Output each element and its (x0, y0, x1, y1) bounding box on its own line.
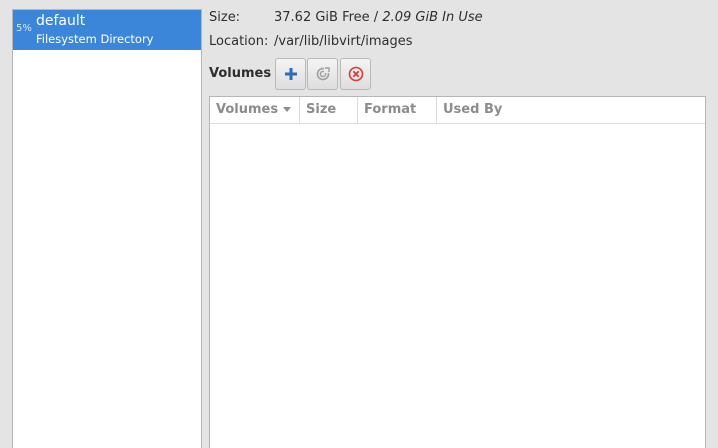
pool-name: default (36, 13, 86, 29)
column-header-label: Used By (443, 102, 503, 117)
size-free: 37.62 GiB Free (274, 10, 370, 25)
volumes-table-header: Volumes Size Format Used By (210, 97, 705, 124)
volumes-table[interactable]: Volumes Size Format Used By (209, 96, 706, 448)
delete-volume-button[interactable] (340, 58, 371, 90)
location-label: Location: (209, 34, 269, 49)
sort-descending-icon (283, 107, 292, 112)
column-header-label: Volumes (216, 102, 279, 117)
pool-item-default[interactable]: 5% default Filesystem Directory (13, 10, 201, 50)
pool-usage-percent: 5% (16, 23, 32, 34)
column-header-size[interactable]: Size (300, 97, 358, 123)
refresh-icon (316, 67, 330, 81)
pool-list[interactable]: 5% default Filesystem Directory (12, 9, 202, 448)
size-value: 37.62 GiB Free / 2.09 GiB In Use (274, 10, 483, 25)
plus-icon (284, 68, 297, 80)
storage-pool-window: 5% default Filesystem Directory Size: 37… (0, 0, 718, 448)
column-header-label: Size (306, 102, 337, 117)
volumes-label: Volumes (209, 66, 272, 81)
pool-type: Filesystem Directory (36, 32, 154, 46)
refresh-volumes-button[interactable] (307, 58, 338, 90)
column-header-used-by[interactable]: Used By (437, 97, 705, 123)
column-header-volumes[interactable]: Volumes (210, 97, 300, 123)
size-label: Size: (209, 10, 241, 25)
delete-icon (348, 66, 363, 82)
add-volume-button[interactable] (275, 58, 306, 90)
size-in-use: 2.09 GiB In Use (382, 10, 483, 25)
size-separator: / (369, 10, 383, 25)
column-header-format[interactable]: Format (358, 97, 437, 123)
column-header-label: Format (364, 102, 417, 117)
location-value: /var/lib/libvirt/images (274, 34, 413, 49)
